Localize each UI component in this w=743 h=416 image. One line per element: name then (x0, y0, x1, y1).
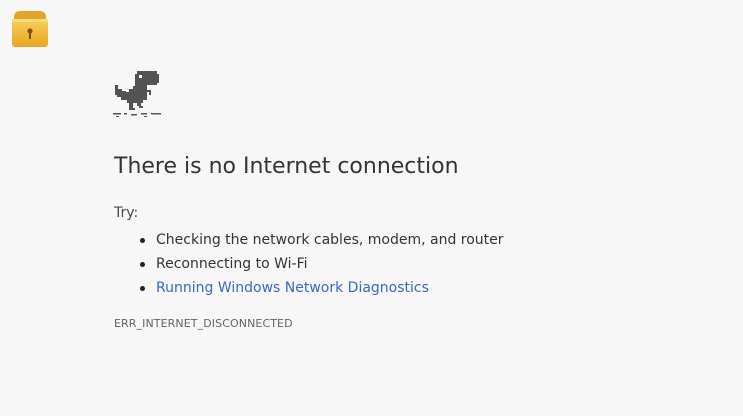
try-label: Try: (114, 205, 139, 221)
network-diagnostics-link[interactable]: Running Windows Network Diagnostics (156, 280, 429, 296)
suggestion-reconnect-wifi: Reconnecting to Wi-Fi (114, 252, 504, 276)
suggestions-list: Checking the network cables, modem, and … (114, 228, 504, 300)
suggestion-check-cables: Checking the network cables, modem, and … (114, 228, 504, 252)
lock-folder-icon[interactable] (11, 9, 49, 49)
suggestion-run-diagnostics: Running Windows Network Diagnostics (114, 276, 504, 300)
bullet-icon (140, 262, 145, 267)
suggestion-label: Reconnecting to Wi-Fi (156, 256, 308, 272)
suggestion-label: Checking the network cables, modem, and … (156, 232, 504, 248)
bullet-icon (140, 286, 145, 291)
dinosaur-icon[interactable] (113, 71, 163, 117)
bullet-icon (140, 238, 145, 243)
error-code: ERR_INTERNET_DISCONNECTED (114, 317, 293, 330)
page-title: There is no Internet connection (114, 154, 459, 179)
